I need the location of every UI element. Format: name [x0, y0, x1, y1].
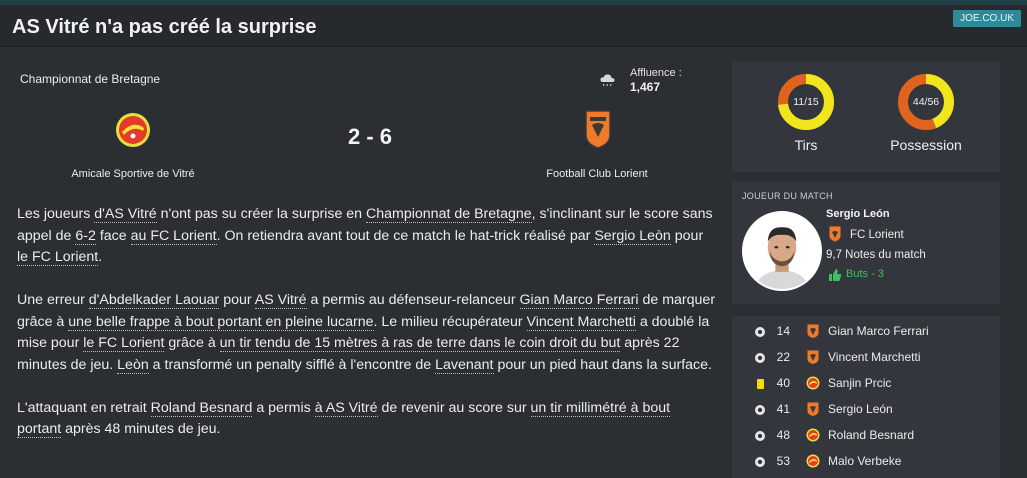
event-minute: 14	[776, 324, 790, 338]
match-stats-panel: 11/15 Tirs 44/56 Possession	[732, 62, 1000, 172]
home-team-name[interactable]: Amicale Sportive de Vitré	[30, 168, 236, 180]
event-player[interactable]: Malo Verbeke	[828, 454, 901, 468]
report-link[interactable]: d'Abdelkader Laouar	[88, 292, 220, 309]
home-crest-icon	[806, 454, 820, 468]
report-link[interactable]: Vincent Marchetti	[526, 313, 636, 331]
report-text: grâce à	[164, 335, 220, 351]
thumbs-up-icon	[829, 269, 842, 281]
report-link[interactable]: Roland Besnard	[150, 399, 253, 417]
report-link[interactable]: au FC Lorient	[130, 227, 217, 245]
player-name[interactable]: Sergio León	[826, 208, 890, 220]
player-portrait	[744, 213, 820, 289]
report-paragraph: L'attaquant en retrait Roland Besnard a …	[17, 398, 717, 441]
event-player[interactable]: Vincent Marchetti	[828, 350, 921, 364]
shots-value: 11/15	[793, 96, 819, 108]
event-player[interactable]: Sergio León	[828, 402, 893, 416]
attendance-value: 1,467	[630, 80, 661, 94]
report-text: . Le milieu récupérateur	[373, 313, 527, 330]
report-text: pour	[219, 292, 255, 308]
report-link[interactable]: Championnat de Bretagne	[366, 206, 532, 223]
report-text: .	[98, 249, 103, 265]
player-goals: Buts - 3	[846, 268, 884, 280]
possession-label: Possession	[890, 137, 962, 153]
list-item[interactable]: 22 Vincent Marchetti	[732, 346, 1000, 372]
event-minute: 22	[776, 350, 790, 364]
report-link[interactable]: Leòn	[117, 356, 149, 374]
away-team-crest[interactable]	[584, 109, 612, 149]
report-text: n'ont pas su créer la surprise en	[156, 206, 367, 222]
match-score: 2 - 6	[347, 124, 393, 149]
report-link[interactable]: 6-2	[75, 227, 96, 245]
event-player[interactable]: Gian Marco Ferrari	[828, 324, 929, 338]
report-link[interactable]: le FC Lorient	[17, 249, 99, 266]
possession-value: 44/56	[912, 96, 940, 108]
rain-cloud-icon	[600, 74, 615, 87]
report-text: après 48 minutes de jeu.	[61, 421, 221, 437]
player-of-match-title: JOUEUR DU MATCH	[742, 191, 833, 201]
event-player[interactable]: Sanjin Prcic	[828, 376, 891, 390]
list-item[interactable]: 48 Roland Besnard	[732, 424, 1000, 450]
list-item[interactable]: 40 Sanjin Prcic	[732, 372, 1000, 398]
home-team-crest[interactable]	[115, 112, 151, 148]
report-text: pour	[670, 227, 704, 244]
report-link[interactable]: Lavenant	[435, 356, 494, 374]
report-link[interactable]: AS Vitré	[254, 292, 307, 309]
attendance-label: Affluence :	[630, 67, 682, 79]
report-link[interactable]: Sergio Leòn	[594, 227, 671, 245]
ball-icon	[755, 327, 765, 337]
ball-icon	[755, 457, 765, 467]
source-link[interactable]: JOE.CO.UK	[953, 10, 1021, 27]
event-minute: 53	[776, 454, 790, 468]
club-crest-icon	[828, 225, 842, 243]
home-crest-icon	[806, 376, 820, 390]
ball-icon	[755, 431, 765, 441]
report-text: a permis au défenseur-relanceur	[306, 292, 520, 308]
match-summary: Championnat de Bretagne Affluence : 1,46…	[0, 48, 728, 198]
report-link[interactable]: le FC Lorient	[83, 335, 165, 352]
away-crest-icon	[806, 349, 820, 365]
match-report: Les joueurs d'AS Vitré n'ont pas su crée…	[17, 204, 717, 462]
player-club[interactable]: FC Lorient	[850, 229, 904, 241]
event-minute: 40	[776, 376, 790, 390]
shots-ring: 11/15	[776, 72, 836, 132]
list-item[interactable]: 41 Sergio León	[732, 398, 1000, 424]
report-text: L'attaquant en retrait	[17, 399, 151, 416]
yellow-card-icon	[757, 379, 764, 389]
away-team-name[interactable]: Football Club Lorient	[497, 168, 697, 180]
report-link[interactable]: une belle frappe à bout portant en plein…	[68, 313, 374, 331]
event-player[interactable]: Roland Besnard	[828, 428, 914, 442]
player-of-match-panel: JOUEUR DU MATCH Sergio León FC Lorient 9…	[732, 182, 1000, 304]
report-link[interactable]: un tir tendu de 15 mètres à ras de terre…	[219, 335, 621, 352]
avatar[interactable]	[742, 211, 822, 291]
event-minute: 41	[776, 402, 790, 416]
away-crest-icon	[806, 323, 820, 339]
report-paragraph: Une erreur d'Abdelkader Laouar pour AS V…	[17, 290, 717, 376]
page-title: AS Vitré n'a pas créé la surprise	[12, 16, 317, 38]
report-text: Une erreur	[17, 292, 89, 308]
report-text: . On retiendra avant tout de ce match le…	[216, 227, 595, 244]
ball-icon	[755, 353, 765, 363]
match-events-list: 14 Gian Marco Ferrari 22 Vincent Marchetti 4…	[732, 316, 1000, 478]
report-paragraph: Les joueurs d'AS Vitré n'ont pas su crée…	[17, 204, 717, 269]
away-crest-icon	[806, 401, 820, 417]
report-link[interactable]: à AS Vitré	[314, 399, 378, 417]
report-text: de revenir au score sur	[377, 399, 531, 416]
player-rating: 9,7 Notes du match	[826, 249, 926, 261]
list-item[interactable]: 53 Malo Verbeke	[732, 450, 1000, 476]
list-item[interactable]: 14 Gian Marco Ferrari	[732, 320, 1000, 346]
report-link[interactable]: Gian Marco Ferrari	[519, 292, 639, 309]
possession-ring: 44/56	[896, 72, 956, 132]
ball-icon	[755, 405, 765, 415]
home-crest-icon	[806, 428, 820, 442]
event-minute: 48	[776, 428, 790, 442]
report-text: a permis	[252, 399, 315, 416]
headline-bar: AS Vitré n'a pas créé la surprise JOE.CO…	[0, 5, 1027, 47]
report-link[interactable]: d'AS Vitré	[94, 206, 157, 223]
competition-name[interactable]: Championnat de Bretagne	[20, 72, 160, 86]
report-text: a transformé un penalty sifflé à l'encon…	[148, 356, 436, 373]
report-text: face	[95, 227, 131, 244]
report-text: Les joueurs	[17, 206, 95, 222]
shots-label: Tirs	[794, 137, 818, 153]
report-text: pour un pied haut dans la surface.	[493, 356, 712, 373]
